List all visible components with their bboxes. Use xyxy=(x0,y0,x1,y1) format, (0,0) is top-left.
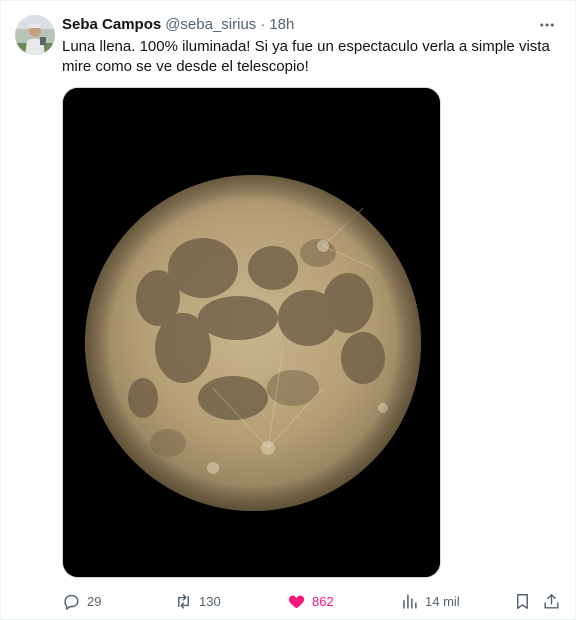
views-chart-icon xyxy=(403,593,417,609)
reply-icon xyxy=(64,594,79,610)
share-icon xyxy=(544,593,559,609)
reply-count: 29 xyxy=(87,593,102,609)
tweet-text: Luna llena. 100% iluminada! Si ya fue un… xyxy=(62,38,550,75)
timestamp[interactable]: 18h xyxy=(269,15,294,35)
like-count: 862 xyxy=(312,593,334,609)
author-handle[interactable]: @seba_sirius xyxy=(165,15,256,35)
avatar[interactable] xyxy=(15,15,55,55)
more-horizontal-icon xyxy=(540,23,554,27)
like-button[interactable]: 862 xyxy=(287,589,334,613)
share-button[interactable] xyxy=(542,589,561,613)
bookmark-button[interactable] xyxy=(513,589,532,613)
retweet-button[interactable]: 130 xyxy=(174,589,221,613)
views-count: 14 mil xyxy=(425,593,460,609)
reply-button[interactable]: 29 xyxy=(62,589,101,613)
tweet-actions: 29 130 862 14 mil xyxy=(62,589,562,613)
tweet-media[interactable] xyxy=(62,87,441,578)
avatar-image xyxy=(15,15,55,55)
retweet-count: 130 xyxy=(199,593,221,609)
author-name[interactable]: Seba Campos xyxy=(62,15,161,35)
full-moon-photo xyxy=(63,88,440,577)
more-options-button[interactable] xyxy=(537,15,557,35)
bookmark-icon xyxy=(517,593,528,609)
heart-icon xyxy=(288,595,305,608)
tweet-header: Seba Campos @seba_sirius · 18h xyxy=(62,15,555,35)
views-button[interactable]: 14 mil xyxy=(400,589,460,613)
tweet-card[interactable]: Seba Campos @seba_sirius · 18h Luna llen… xyxy=(0,0,576,620)
retweet-icon xyxy=(178,593,189,609)
separator-dot: · xyxy=(260,16,266,33)
